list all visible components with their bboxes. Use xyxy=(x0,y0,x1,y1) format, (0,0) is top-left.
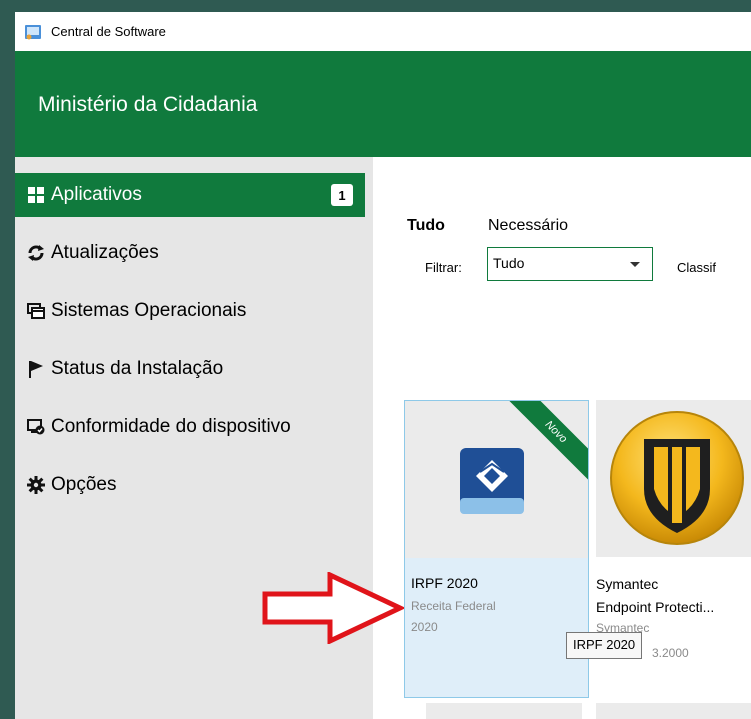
app-name-line2: Endpoint Protecti... xyxy=(596,599,715,615)
app-publisher: Receita Federal xyxy=(411,599,496,613)
windows-stack-icon xyxy=(27,302,45,320)
sort-label[interactable]: Classif xyxy=(677,260,716,275)
app-tile-next[interactable] xyxy=(426,703,582,719)
count-badge: 1 xyxy=(331,184,353,206)
sidebar-item-conformidade[interactable]: Conformidade do dispositivo xyxy=(15,405,365,449)
app-thumbnail xyxy=(596,400,751,557)
organization-name: Ministério da Cidadania xyxy=(38,93,258,116)
tab-necessario[interactable]: Necessário xyxy=(488,217,568,235)
annotation-arrow-icon xyxy=(262,572,404,644)
sidebar-item-label: Aplicativos xyxy=(51,184,142,205)
refresh-icon xyxy=(27,244,45,262)
app-name-line1: Symantec xyxy=(596,576,659,592)
symantec-shield-icon xyxy=(610,411,744,545)
title-bar: Central de Software xyxy=(15,12,751,51)
sidebar-item-label: Status da Instalação xyxy=(51,358,224,379)
sidebar-item-opcoes[interactable]: Opções xyxy=(15,463,365,507)
app-thumbnail: Novo xyxy=(405,401,588,558)
flag-icon xyxy=(27,360,45,378)
sidebar-item-label: Atualizações xyxy=(51,242,159,263)
sidebar-item-atualizacoes[interactable]: Atualizações xyxy=(15,231,365,275)
app-version: 2020 xyxy=(411,620,438,634)
software-center-icon xyxy=(25,24,41,39)
app-version: 3.2000 xyxy=(652,646,689,660)
app-name: IRPF 2020 xyxy=(411,575,478,591)
filter-dropdown[interactable]: Tudo xyxy=(487,247,653,281)
filter-value: Tudo xyxy=(493,255,525,271)
sidebar-item-sistemas-operacionais[interactable]: Sistemas Operacionais xyxy=(15,289,365,333)
app-tile-irpf[interactable]: Novo IRPF 2020 Receita Federal 2020 xyxy=(404,400,589,698)
sidebar-item-label: Sistemas Operacionais xyxy=(51,300,247,321)
chevron-down-icon xyxy=(630,262,640,267)
apps-grid-icon xyxy=(27,186,45,204)
receita-federal-icon xyxy=(460,448,524,514)
sidebar-item-label: Conformidade do dispositivo xyxy=(51,416,291,437)
filter-label: Filtrar: xyxy=(425,260,462,275)
tooltip: IRPF 2020 xyxy=(566,632,643,659)
app-tile-next[interactable] xyxy=(596,703,751,719)
gear-icon xyxy=(27,476,45,494)
window-title: Central de Software xyxy=(51,24,166,39)
sidebar-item-aplicativos[interactable]: Aplicativos 1 xyxy=(15,173,365,217)
organization-banner: Ministério da Cidadania xyxy=(15,51,751,157)
tab-tudo[interactable]: Tudo xyxy=(407,217,445,235)
sidebar-item-status-instalacao[interactable]: Status da Instalação xyxy=(15,347,365,391)
sidebar-item-label: Opções xyxy=(51,474,117,495)
device-compliance-icon xyxy=(27,418,45,436)
